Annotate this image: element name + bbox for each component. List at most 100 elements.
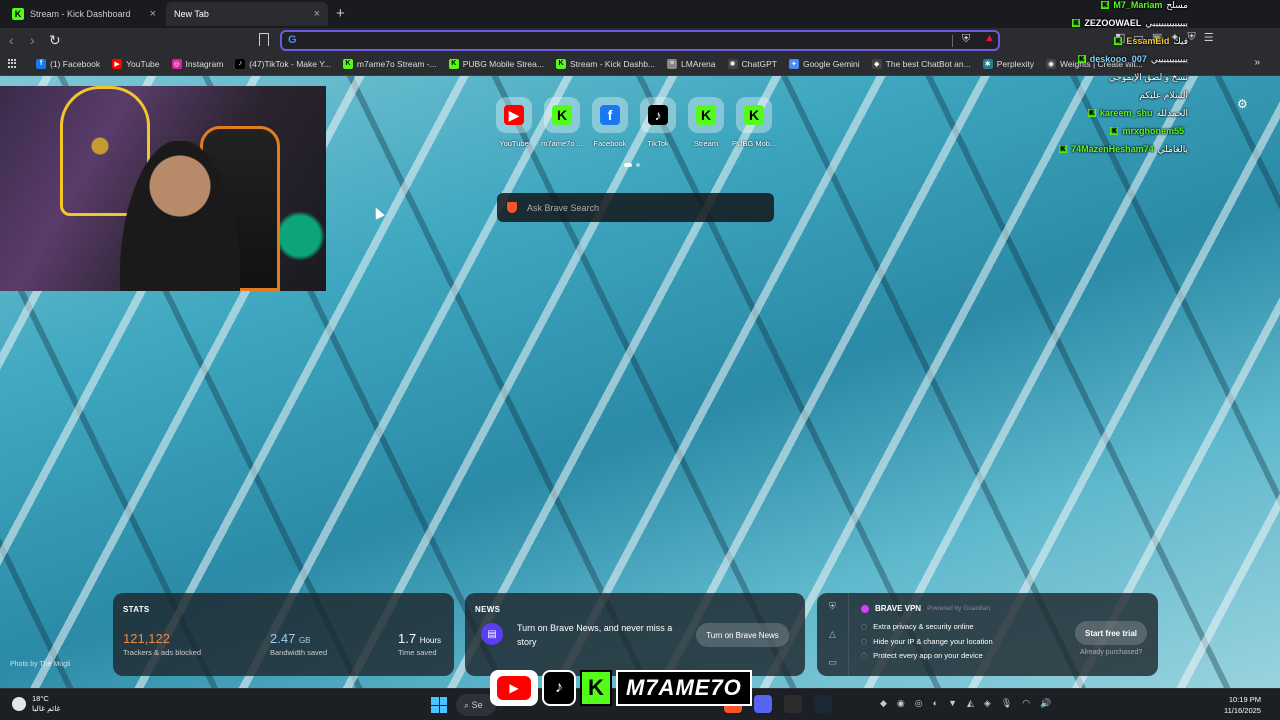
chat-message: السلام عليكم — [968, 86, 1188, 104]
vpn-widget: ⛨ △ ▭ BRAVE VPN Powered by Guardian Extr… — [817, 593, 1158, 676]
chevron-right-icon[interactable]: » — [1254, 57, 1260, 68]
close-icon[interactable]: × — [150, 8, 156, 20]
close-icon[interactable]: × — [314, 8, 320, 20]
pagination-dots[interactable] — [624, 163, 640, 167]
vpn-title: BRAVE VPN — [875, 604, 922, 613]
shortcut-label: Stream — [693, 139, 719, 148]
lmarena-icon: ≡ — [667, 58, 678, 69]
shortcut-tile[interactable]: f Facebook — [588, 97, 632, 148]
shortcut-icon-tile: f — [592, 97, 628, 133]
new-tab-button[interactable]: + — [336, 5, 345, 22]
microphone-icon[interactable]: 🎙 — [1001, 698, 1012, 709]
search-box[interactable]: Ask Brave Search — [497, 193, 774, 222]
trackers-value: 121,122 — [123, 631, 170, 646]
bookmark-label: m7ame7o Stream -... — [356, 58, 437, 69]
shortcut-icon-tile: ▶ — [496, 97, 532, 133]
tray-icon[interactable]: ◈ — [984, 698, 991, 709]
turn-on-news-button[interactable]: Turn on Brave News — [696, 623, 789, 647]
apps-grid-icon[interactable] — [8, 58, 18, 69]
chat-message: Kmrxghonem55 — [968, 122, 1188, 140]
system-tray: ◆ ◉ ◎ ◐ ▼ ◭ ◈ 🎙 ◠ 🔊 — [880, 698, 1051, 709]
youtube-icon: ▶ — [504, 105, 524, 125]
chat-text: يالغاملي — [1157, 143, 1188, 154]
shortcut-tile[interactable]: ♪ TikTok — [636, 97, 680, 148]
bookmark-item[interactable]: ✺ ChatGPT — [727, 58, 777, 69]
bookmark-icon[interactable] — [259, 33, 269, 46]
shortcut-tile[interactable]: Km7ame7o ... — [540, 97, 584, 148]
card-icon[interactable]: ▭ — [828, 657, 837, 668]
weather-widget[interactable]: 18°C غائم غالبا — [12, 694, 60, 714]
vpn-header: BRAVE VPN Powered by Guardian — [861, 604, 990, 613]
time-stat: 1.7 Hours Time saved — [398, 631, 441, 657]
shortcut-icon-tile: K — [736, 97, 772, 133]
bookmark-item[interactable]: Km7ame7o Stream -... — [342, 58, 437, 69]
cloud-icon — [12, 697, 26, 711]
already-purchased-link[interactable]: Already purchased? — [1080, 649, 1142, 656]
bookmark-item[interactable]: ≡ LMArena — [667, 58, 716, 69]
volume-icon[interactable]: 🔊 — [1040, 698, 1051, 709]
bookmark-item[interactable]: ✦ Google Gemini — [788, 58, 860, 69]
shortcut-tile[interactable]: K PUBG Mob... — [732, 97, 776, 148]
windows-start-icon[interactable] — [431, 697, 447, 713]
tray-icon[interactable]: ◭ — [967, 698, 974, 709]
menu-icon[interactable]: ☰ — [1204, 31, 1214, 44]
terminal-icon[interactable] — [784, 695, 802, 713]
shortcut-tile[interactable]: K Stream — [684, 97, 728, 148]
wallpaper-credit: Photo by The Mogli — [10, 661, 71, 668]
top-sites: ▶ YouTube Km7ame7o ... f Facebook ♪ TikTok K Str… — [492, 97, 776, 148]
clock[interactable]: 10:19 PM 11/16/2025 — [1224, 694, 1261, 716]
kick-icon: K — [552, 105, 572, 125]
tab-new-tab[interactable]: New Tab × — [166, 2, 328, 26]
chat-username[interactable]: 74MazenHesham74 — [1071, 144, 1154, 154]
reload-button[interactable]: ↻ — [49, 32, 61, 49]
address-bar[interactable]: G ⛨ ▲ — [280, 30, 1000, 51]
bookmark-item[interactable]: K PUBG Mobile Strea... — [448, 58, 544, 69]
stream-chat: K M7_Mariam مسلح K ZEZOOWAEL يييييييييييييي K E… — [968, 0, 1188, 158]
chat-username[interactable]: deskooo_007 — [1090, 54, 1147, 64]
triangle-icon[interactable]: △ — [829, 629, 836, 640]
bookmark-label: Google Gemini — [802, 58, 860, 69]
shortcut-label: m7ame7o ... — [541, 139, 583, 148]
weather-desc: غائم غالبا — [32, 704, 61, 713]
kick-badge-icon: K — [1114, 37, 1123, 45]
tray-icon[interactable]: ◆ — [880, 698, 887, 709]
tray-icon[interactable]: ◎ — [915, 698, 923, 709]
chat-username[interactable]: EssamEid — [1126, 36, 1169, 46]
tab-kick-dashboard[interactable]: K Stream - Kick Dashboard × — [4, 2, 164, 26]
chat-text: نسخ و لصق الإيموجي — [1108, 71, 1188, 82]
bookmark-item[interactable]: K Stream - Kick Dashb... — [555, 58, 655, 69]
news-text: Turn on Brave News, and never miss a sto… — [517, 623, 673, 647]
bookmark-item[interactable]: ◆ The best ChatBot an... — [871, 58, 971, 69]
forward-button[interactable]: › — [30, 32, 35, 48]
tab-label: Stream - Kick Dashboard — [30, 9, 131, 19]
back-button[interactable]: ‹ — [9, 32, 14, 48]
wifi-icon[interactable]: ◠ — [1022, 698, 1030, 709]
chat-text: السلام عليكم — [1139, 89, 1188, 100]
gear-icon[interactable]: ⚙ — [1237, 97, 1248, 111]
chat-username[interactable]: M7_Mariam — [1113, 0, 1162, 10]
bookmark-item[interactable]: ◎ Instagram — [171, 58, 223, 69]
widget-title: NEWS — [475, 605, 501, 614]
chat-username[interactable]: ZEZOOWAEL — [1084, 18, 1141, 28]
gemini-icon: ✦ — [788, 58, 799, 69]
vpn-icon[interactable]: ⛨ — [1187, 31, 1195, 44]
time-value: 1.7 — [398, 631, 417, 646]
brave-logo-icon — [507, 202, 517, 213]
steam-icon[interactable] — [814, 695, 832, 713]
shortcut-label: Facebook — [593, 139, 627, 148]
chat-username[interactable]: kareem_shu — [1100, 108, 1153, 118]
bookmark-item[interactable]: ▶ YouTube — [112, 58, 160, 69]
tray-icon[interactable]: ◐ — [933, 698, 938, 709]
shield-icon[interactable]: ⛨ — [829, 601, 836, 612]
chat-username[interactable]: mrxghonem55 — [1122, 126, 1184, 136]
tray-icon[interactable]: ◉ — [897, 698, 905, 709]
bookmark-item[interactable]: ♪ (47)TikTok - Make Y... — [235, 58, 331, 69]
discord-icon[interactable] — [754, 695, 772, 713]
time-label: Time saved — [398, 648, 437, 657]
kick-icon: K — [555, 58, 566, 69]
bookmark-item[interactable]: f (1) Facebook — [36, 58, 100, 69]
start-free-trial-button[interactable]: Start free trial — [1075, 621, 1147, 645]
shortcut-tile[interactable]: ▶ YouTube — [492, 97, 536, 148]
tray-icon[interactable]: ▼ — [948, 698, 957, 709]
stream-branding: ▶ ♪ K M7AME7O — [490, 670, 752, 706]
